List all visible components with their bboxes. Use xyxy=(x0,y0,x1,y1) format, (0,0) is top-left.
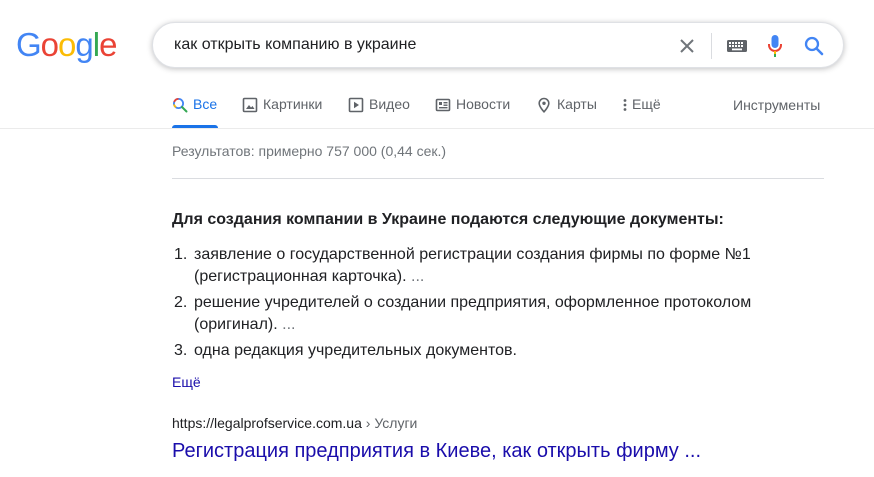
tab-more[interactable]: Ещё xyxy=(622,96,661,129)
tab-news[interactable]: Новости xyxy=(435,96,510,129)
search-icon xyxy=(172,97,188,113)
tab-label: Все xyxy=(193,96,218,112)
image-icon xyxy=(242,97,258,113)
logo-letter: e xyxy=(99,26,117,63)
header-divider xyxy=(0,128,874,129)
google-logo[interactable]: Google xyxy=(16,26,117,63)
search-divider xyxy=(711,33,712,59)
tab-maps[interactable]: Карты xyxy=(536,96,597,129)
search-submit-icon[interactable] xyxy=(802,34,826,58)
list-number: 2. xyxy=(174,294,188,311)
logo-letter: G xyxy=(16,26,42,63)
tab-label: Карты xyxy=(557,96,597,112)
results-divider xyxy=(172,178,824,179)
microphone-icon[interactable] xyxy=(763,34,787,58)
tab-label: Видео xyxy=(369,96,410,112)
tab-images[interactable]: Картинки xyxy=(242,96,322,129)
result-title-link[interactable]: Регистрация предприятия в Киеве, как отк… xyxy=(172,440,701,463)
logo-letter: o xyxy=(40,26,59,63)
clear-icon[interactable] xyxy=(675,34,699,58)
logo-letter: g xyxy=(75,26,93,63)
play-icon xyxy=(348,97,364,113)
list-ellipsis: ... xyxy=(411,268,425,285)
more-vert-icon xyxy=(622,97,628,113)
result-url[interactable]: https://legalprofservice.com.ua › Услуги xyxy=(172,415,417,431)
search-box[interactable]: как открыть компанию в украине xyxy=(152,22,844,68)
news-icon xyxy=(435,97,451,113)
result-stats: Результатов: примерно 757 000 (0,44 сек.… xyxy=(172,143,447,159)
snippet-list: 1. заявление о государственной регистрац… xyxy=(172,244,822,366)
list-text: (регистрационная карточка). xyxy=(194,268,407,285)
list-number: 3. xyxy=(174,342,188,359)
result-domain: https://legalprofservice.com.ua xyxy=(172,415,362,431)
list-text: решение учредителей о создании предприят… xyxy=(194,294,752,311)
snippet-heading: Для создания компании в Украине подаются… xyxy=(172,211,724,228)
keyboard-icon[interactable] xyxy=(725,34,749,58)
list-item: 2. решение учредителей о создании предпр… xyxy=(172,292,822,336)
snippet-more-link[interactable]: Ещё xyxy=(172,374,201,390)
tab-label: Ещё xyxy=(632,96,661,112)
list-text: одна редакция учредительных документов. xyxy=(194,342,517,359)
tab-label: Картинки xyxy=(263,96,323,112)
tab-video[interactable]: Видео xyxy=(348,96,410,129)
tools-button[interactable]: Инструменты xyxy=(733,97,820,113)
list-number: 1. xyxy=(174,246,188,263)
logo-letter: o xyxy=(58,26,76,63)
tab-label: Новости xyxy=(456,96,511,112)
list-item: 1. заявление о государственной регистрац… xyxy=(172,244,822,288)
search-input[interactable]: как открыть компанию в украине xyxy=(174,36,416,54)
list-item: 3. одна редакция учредительных документо… xyxy=(172,340,822,362)
result-breadcrumb: › Услуги xyxy=(361,415,418,431)
map-pin-icon xyxy=(536,97,552,113)
list-text: (оригинал). xyxy=(194,316,278,333)
list-ellipsis: ... xyxy=(282,316,296,333)
list-text: заявление о государственной регистрации … xyxy=(194,246,751,263)
